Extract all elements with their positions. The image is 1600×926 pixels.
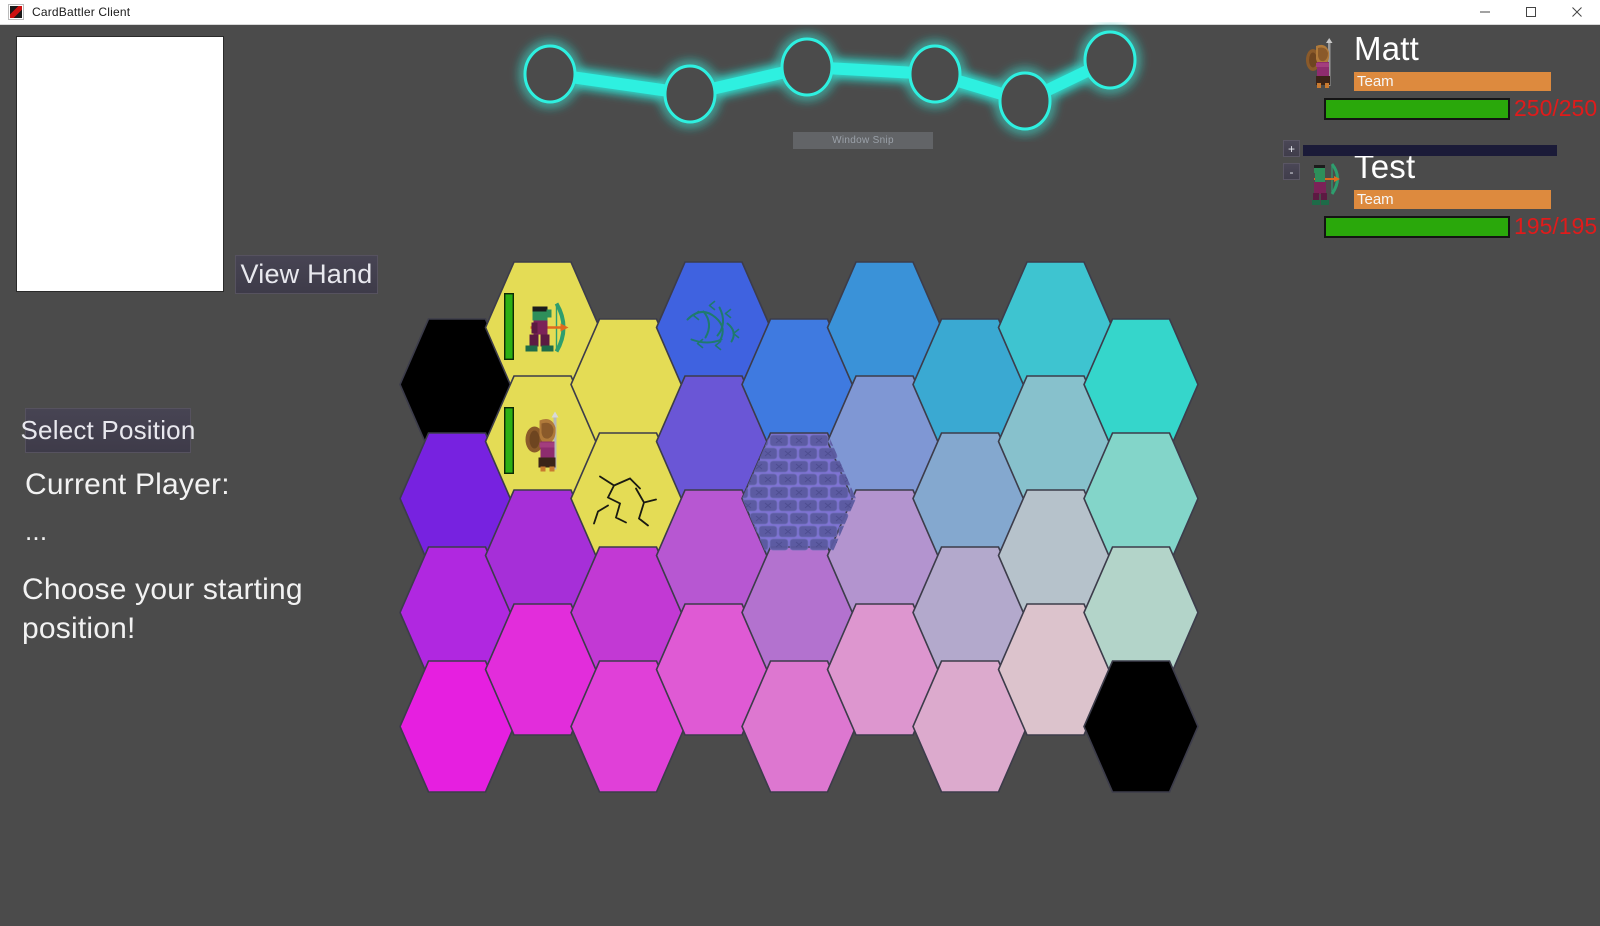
current-player-value: ...	[25, 516, 48, 546]
player-health-text: 250/250	[1514, 95, 1598, 121]
player-health-text: 195/195	[1514, 213, 1598, 239]
archer-avatar	[1302, 154, 1346, 210]
player-health-fill	[1326, 100, 1508, 118]
app-window: CardBattler Client View Hand Select Posi…	[0, 0, 1600, 926]
player-name: Matt	[1354, 30, 1419, 67]
warrior-avatar	[1302, 36, 1346, 92]
minimize-button[interactable]	[1462, 0, 1508, 24]
chain-links	[523, 30, 1137, 131]
maximize-icon	[1526, 7, 1536, 17]
player-team-badge: Team	[1354, 72, 1551, 91]
view-hand-button[interactable]: View Hand	[235, 255, 378, 294]
window-title: CardBattler Client	[32, 5, 131, 19]
current-player-label: Current Player:	[25, 468, 230, 501]
turn-progress-bar	[1303, 145, 1557, 156]
minimize-icon	[1480, 11, 1490, 13]
player-health-bar	[1324, 216, 1510, 238]
increase-button[interactable]: +	[1283, 140, 1300, 157]
app-icon	[8, 4, 24, 20]
player-team-badge: Team	[1354, 190, 1551, 209]
player-health-fill	[1326, 218, 1508, 236]
hex-board[interactable]	[395, 261, 1310, 793]
select-position-button[interactable]: Select Position	[21, 408, 195, 453]
maximize-button[interactable]	[1508, 0, 1554, 24]
close-icon	[1572, 7, 1582, 17]
turn-order-chain	[500, 22, 1180, 142]
instruction-text: Choose your starting position!	[22, 573, 312, 645]
decrease-button[interactable]: -	[1283, 163, 1300, 180]
window-snip-button[interactable]: Window Snip	[793, 132, 933, 149]
player-health-bar	[1324, 98, 1510, 120]
close-button[interactable]	[1554, 0, 1600, 24]
card-preview-panel[interactable]	[16, 36, 224, 292]
hex-board-svg[interactable]	[395, 261, 1310, 793]
